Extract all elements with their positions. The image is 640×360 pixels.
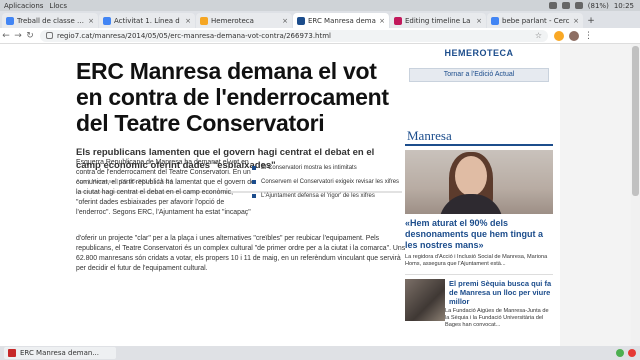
article-headline: ERC Manresa demana el vot en contra de l… xyxy=(76,58,389,136)
sidebar: HEMEROTECA Tornar a l'Edició Actual Manr… xyxy=(405,44,553,329)
story1-desc: La regidora d'Acció i Inclusió Social de… xyxy=(405,254,548,267)
article-body-narrow: Esquerra Republicana de Manresa ha deman… xyxy=(76,159,255,216)
bullet-icon xyxy=(252,180,256,184)
article-body-wide: d'oferir un projecte "clar" per a la pla… xyxy=(76,235,406,272)
back-arrow-icon[interactable]: ← xyxy=(0,31,12,41)
close-tab-icon[interactable]: × xyxy=(476,17,482,25)
browser-toolbar: ← → ↻ regio7.cat/manresa/2014/05/05/erc-… xyxy=(0,28,640,44)
tab-strip: Treball de classe pe × Activitat 1. Líne… xyxy=(0,11,640,28)
pdf-file-icon xyxy=(8,349,16,357)
info-icon[interactable] xyxy=(46,32,53,39)
chrome-icon[interactable] xyxy=(616,349,624,357)
volume-icon[interactable] xyxy=(561,2,570,9)
tab-label: bebe parlant - Cerc xyxy=(502,16,570,25)
tab-label: Activitat 1. Línea d xyxy=(114,16,180,25)
address-bar[interactable]: regio7.cat/manresa/2014/05/05/erc-manres… xyxy=(40,29,548,42)
extension-icon[interactable] xyxy=(554,30,564,41)
hemeroteca-header: HEMEROTECA xyxy=(444,48,514,58)
related-links: El Conservatori mostra les intimitats Co… xyxy=(252,164,402,206)
related-link[interactable]: Conservem el Conservatori exigeix revisa… xyxy=(252,178,402,186)
close-tab-icon[interactable]: × xyxy=(185,17,191,25)
close-tab-icon[interactable]: × xyxy=(88,17,94,25)
bookmark-star-icon[interactable]: ☆ xyxy=(535,31,542,40)
tab-hemeroteca[interactable]: Hemeroteca × xyxy=(196,13,292,28)
related-link-label[interactable]: El Conservatori mostra les intimitats xyxy=(261,164,357,172)
sidebar-section-title[interactable]: Manresa xyxy=(405,128,553,146)
favicon-icon xyxy=(103,16,111,25)
menu-kebab-icon[interactable]: ⋮ xyxy=(584,31,593,41)
story2-photo[interactable] xyxy=(405,279,445,321)
tab-label: Treball de classe pe xyxy=(17,16,86,25)
close-tab-icon[interactable]: × xyxy=(573,17,579,25)
url-text[interactable]: regio7.cat/manresa/2014/05/05/erc-manres… xyxy=(57,32,535,40)
tab-label: Editing timeline La xyxy=(405,16,471,25)
related-link-label[interactable]: Conservem el Conservatori exigeix revisa… xyxy=(261,178,399,186)
story1-headline[interactable]: «Hem aturat el 90% dels desnonaments que… xyxy=(405,218,553,251)
battery-icon[interactable] xyxy=(574,2,583,9)
tab-editing-timeline[interactable]: Editing timeline La × xyxy=(390,13,486,28)
tab-bebe-parlant[interactable]: bebe parlant - Cerc × xyxy=(487,13,583,28)
os-menu-places[interactable]: Llocs xyxy=(49,2,67,10)
app-icon[interactable] xyxy=(628,349,636,357)
story2-headline[interactable]: El premi Sèquia busca qui fa de Manresa … xyxy=(449,279,553,306)
battery-percent: (81%) xyxy=(587,1,609,10)
reload-icon[interactable]: ↻ xyxy=(24,31,36,41)
story2-desc: La Fundació Aigües de Manresa-Junta de l… xyxy=(445,308,549,328)
os-top-bar: Aplicacions Llocs (81%) 10:25 xyxy=(0,0,640,11)
bullet-icon xyxy=(252,194,256,198)
favicon-icon xyxy=(200,16,208,25)
scrollbar[interactable] xyxy=(631,44,640,346)
tab-erc-manresa[interactable]: ERC Manresa dema × xyxy=(293,13,389,28)
favicon-icon xyxy=(394,16,402,25)
chrome-tray-icon[interactable] xyxy=(548,2,557,9)
related-link[interactable]: L'Ajuntament defensa el 'rigor' de les x… xyxy=(252,192,402,200)
favicon-icon xyxy=(297,16,305,25)
page-margin xyxy=(560,44,640,346)
favicon-icon xyxy=(6,16,14,25)
new-tab-button[interactable]: + xyxy=(584,14,598,28)
bullet-icon xyxy=(252,166,256,170)
download-filename[interactable]: ERC Manresa deman... xyxy=(20,349,99,357)
back-to-current-edition-button[interactable]: Tornar a l'Edició Actual xyxy=(409,68,549,82)
story2[interactable]: El premi Sèquia busca qui fa de Manresa … xyxy=(405,274,553,329)
tab-treball[interactable]: Treball de classe pe × xyxy=(2,13,98,28)
photo-face xyxy=(455,156,487,196)
scrollbar-thumb[interactable] xyxy=(632,46,639,196)
tab-activitat[interactable]: Activitat 1. Línea d × xyxy=(99,13,195,28)
profile-avatar[interactable] xyxy=(569,30,579,41)
clock: 10:25 xyxy=(613,1,634,10)
related-link[interactable]: El Conservatori mostra les intimitats xyxy=(252,164,402,172)
close-tab-icon[interactable]: × xyxy=(282,17,288,25)
related-link-label[interactable]: L'Ajuntament defensa el 'rigor' de les x… xyxy=(261,192,375,200)
forward-arrow-icon[interactable]: → xyxy=(12,31,24,41)
download-item[interactable]: ERC Manresa deman... xyxy=(4,347,116,359)
os-menu-applications[interactable]: Aplicacions xyxy=(4,2,43,10)
story1-photo[interactable] xyxy=(405,150,553,214)
download-bar: ERC Manresa deman... xyxy=(0,346,640,360)
close-tab-icon[interactable]: × xyxy=(379,17,385,25)
tab-label: ERC Manresa dema xyxy=(308,16,376,25)
tab-label: Hemeroteca xyxy=(211,16,254,25)
favicon-icon xyxy=(491,16,499,25)
